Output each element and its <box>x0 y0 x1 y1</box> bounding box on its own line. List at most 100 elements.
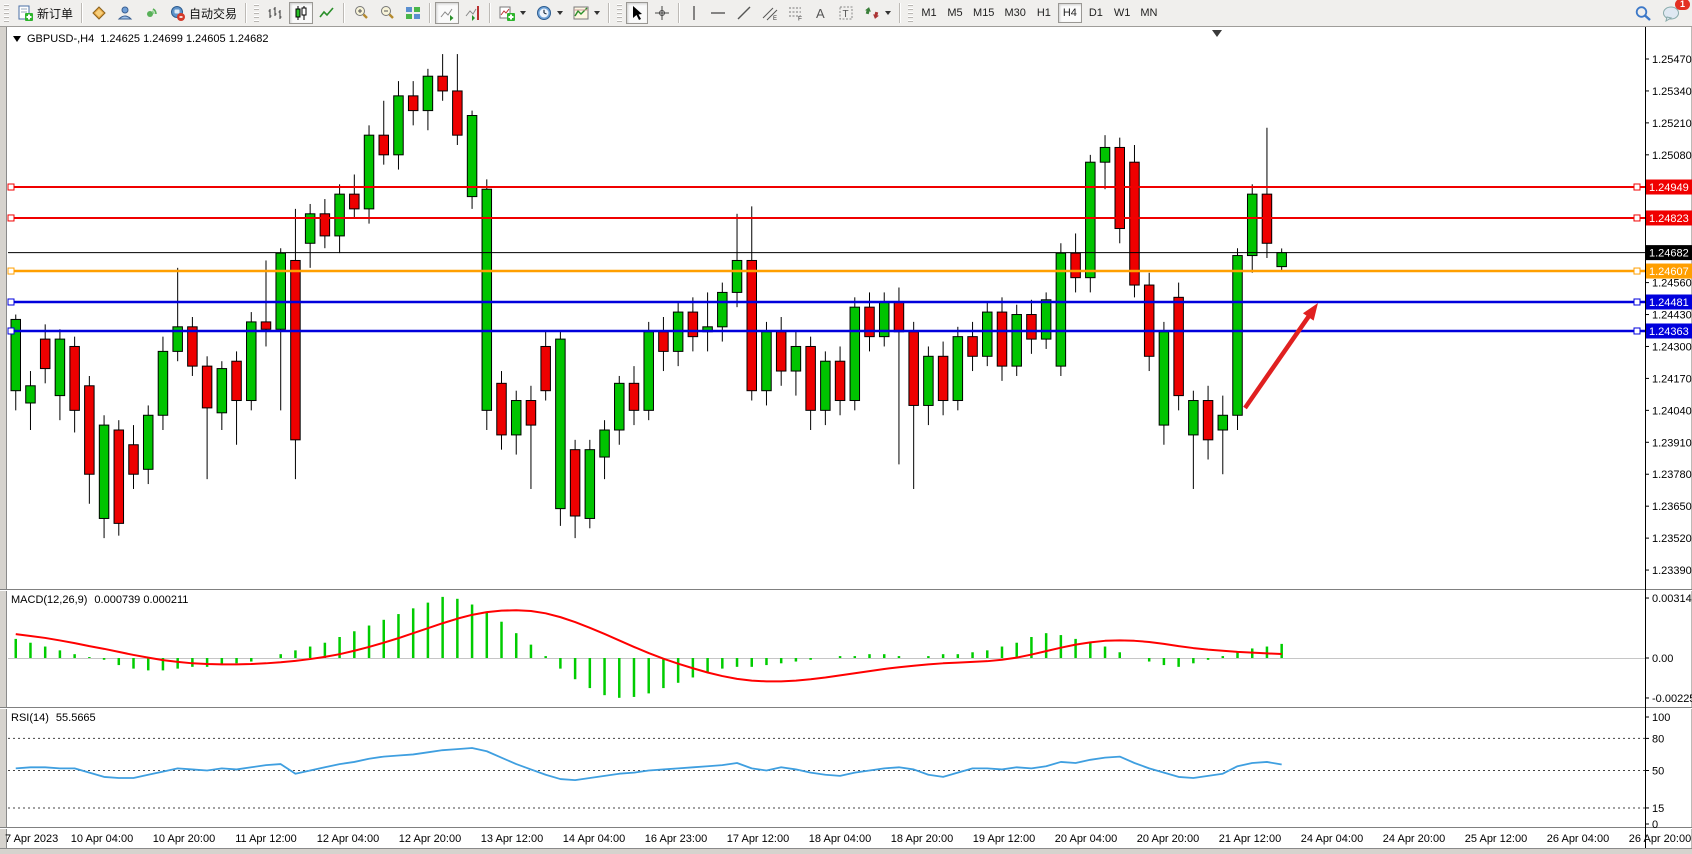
dropdown-caret-icon <box>594 11 600 15</box>
price-badge-1.24481: 1.24481 <box>1646 294 1692 309</box>
svg-text:15: 15 <box>1652 803 1664 815</box>
symbol-title[interactable]: GBPUSD-,H4 1.24625 1.24699 1.24605 1.246… <box>13 33 268 45</box>
rsi-value: 55.5665 <box>56 712 96 724</box>
fibonacci-button[interactable]: F <box>784 2 808 24</box>
horizontal-line-button[interactable] <box>706 2 730 24</box>
notification-badge: 1 <box>1675 0 1690 10</box>
mt4-window: 新订单 <box>0 0 1692 854</box>
svg-text:26 Apr 04:00: 26 Apr 04:00 <box>1547 833 1609 845</box>
toolbar-separator <box>608 3 610 23</box>
toolbar-grip[interactable] <box>908 4 913 22</box>
tile-windows-button[interactable] <box>401 2 425 24</box>
new-order-button[interactable]: 新订单 <box>13 2 77 24</box>
svg-text:1.24170: 1.24170 <box>1652 373 1692 385</box>
toolbar-grip[interactable] <box>4 4 9 22</box>
symbol-dropdown-icon[interactable] <box>13 36 21 42</box>
svg-text:E: E <box>773 16 777 21</box>
add-indicator-button[interactable] <box>495 2 530 24</box>
crosshair-icon <box>654 5 670 21</box>
chat-button[interactable]: 1 <box>1658 2 1685 24</box>
timeframe-D1[interactable]: D1 <box>1084 3 1108 23</box>
svg-text:18 Apr 04:00: 18 Apr 04:00 <box>809 833 871 845</box>
price-badge-1.24363: 1.24363 <box>1646 323 1692 338</box>
svg-text:26 Apr 20:00: 26 Apr 20:00 <box>1629 833 1691 845</box>
vertical-line-icon <box>688 5 700 21</box>
svg-text:17 Apr 12:00: 17 Apr 12:00 <box>727 833 789 845</box>
zoom-out-button[interactable] <box>375 2 399 24</box>
svg-text:1.24481: 1.24481 <box>1649 297 1689 309</box>
price-badge-1.24823: 1.24823 <box>1646 210 1692 225</box>
text-label-icon: T <box>838 5 854 21</box>
text-label-button[interactable]: T <box>834 2 858 24</box>
svg-text:1.25080: 1.25080 <box>1652 150 1692 162</box>
text-icon: A <box>814 5 828 21</box>
auto-trading-button[interactable]: 自动交易 <box>165 2 241 24</box>
timeframe-MN[interactable]: MN <box>1136 3 1161 23</box>
market-button[interactable] <box>87 2 111 24</box>
svg-text:1.25470: 1.25470 <box>1652 54 1692 66</box>
svg-text:21 Apr 12:00: 21 Apr 12:00 <box>1219 833 1281 845</box>
svg-text:1.24363: 1.24363 <box>1649 326 1689 338</box>
cursor-button[interactable] <box>626 2 648 24</box>
toolbar-separator <box>81 3 83 23</box>
new-order-label: 新订单 <box>37 5 73 22</box>
svg-text:1.24040: 1.24040 <box>1652 405 1692 417</box>
ohlc-readout: 1.24625 1.24699 1.24605 1.24682 <box>100 33 268 45</box>
chart-canvas[interactable]: 1.254701.253401.252101.250801.245601.244… <box>0 0 1692 854</box>
search-button[interactable] <box>1630 2 1656 24</box>
svg-text:16 Apr 23:00: 16 Apr 23:00 <box>645 833 707 845</box>
add-indicator-icon <box>499 5 515 21</box>
templates-button[interactable] <box>569 2 604 24</box>
tile-windows-icon <box>405 5 421 21</box>
chart-bars-icon <box>267 5 283 21</box>
chart-shift-button[interactable] <box>461 2 485 24</box>
macd-values: 0.000739 0.000211 <box>94 594 188 606</box>
profile-button[interactable] <box>113 2 137 24</box>
timeframe-M15[interactable]: M15 <box>969 3 998 23</box>
text-button[interactable]: A <box>810 2 832 24</box>
horizontal-line-icon <box>710 5 726 21</box>
macd-name: MACD(12,26,9) <box>11 594 87 606</box>
price-badge-1.24607: 1.24607 <box>1646 264 1692 279</box>
svg-text:1.24300: 1.24300 <box>1652 341 1692 353</box>
svg-text:11 Apr 12:00: 11 Apr 12:00 <box>235 833 297 845</box>
equidistant-channel-icon: E <box>762 5 778 21</box>
vertical-line-button[interactable] <box>684 2 704 24</box>
toolbar-separator <box>429 3 431 23</box>
chart-bars-button[interactable] <box>263 2 287 24</box>
toolbar-right-tools: 1 <box>1629 2 1686 24</box>
toolbar-grip[interactable] <box>617 4 622 22</box>
timeframe-H4[interactable]: H4 <box>1058 3 1082 23</box>
market-icon <box>91 5 107 21</box>
timeframe-M1[interactable]: M1 <box>917 3 941 23</box>
arrows-button[interactable] <box>860 2 895 24</box>
svg-text:24 Apr 20:00: 24 Apr 20:00 <box>1383 833 1445 845</box>
svg-text:-0.002258: -0.002258 <box>1652 693 1692 705</box>
toolbar-grip[interactable] <box>254 4 259 22</box>
equidistant-channel-button[interactable]: E <box>758 2 782 24</box>
chart-candles-button[interactable] <box>289 2 313 24</box>
svg-text:1.24560: 1.24560 <box>1652 278 1692 290</box>
fibonacci-icon: F <box>788 5 804 21</box>
dropdown-caret-icon <box>557 11 563 15</box>
toolbar: 新订单 <box>0 0 1692 27</box>
dropdown-caret-icon <box>520 11 526 15</box>
timeframe-H1[interactable]: H1 <box>1032 3 1056 23</box>
auto-scroll-button[interactable] <box>435 2 459 24</box>
trendline-button[interactable] <box>732 2 756 24</box>
zoom-in-button[interactable] <box>349 2 373 24</box>
svg-text:1.24682: 1.24682 <box>1649 248 1689 260</box>
timeframe-W1[interactable]: W1 <box>1110 3 1135 23</box>
svg-text:18 Apr 20:00: 18 Apr 20:00 <box>891 833 953 845</box>
toolbar-separator <box>489 3 491 23</box>
signals-button[interactable] <box>139 2 163 24</box>
cursor-icon <box>630 5 644 21</box>
periods-button[interactable] <box>532 2 567 24</box>
svg-text:24 Apr 04:00: 24 Apr 04:00 <box>1301 833 1363 845</box>
crosshair-button[interactable] <box>650 2 674 24</box>
timeframe-M30[interactable]: M30 <box>1000 3 1029 23</box>
svg-text:12 Apr 20:00: 12 Apr 20:00 <box>399 833 461 845</box>
chart-line-button[interactable] <box>315 2 339 24</box>
timeframe-M5[interactable]: M5 <box>943 3 967 23</box>
svg-text:1.25210: 1.25210 <box>1652 118 1692 130</box>
